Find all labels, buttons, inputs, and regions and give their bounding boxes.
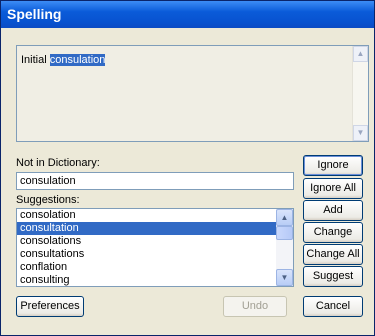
scroll-down-arrow-icon[interactable]: ▼	[276, 269, 293, 286]
suggestion-item-consulting[interactable]: consulting	[17, 274, 278, 286]
context-sentence: Initial consulation	[21, 54, 106, 66]
change-button[interactable]: Change	[303, 222, 363, 243]
context-scrollbar[interactable]: ▲ ▼	[352, 46, 368, 141]
spelling-dialog: Spelling Initial consulation ▲ ▼ Not in …	[0, 0, 375, 336]
add-button[interactable]: Add	[303, 200, 363, 221]
suggestion-item-consultation[interactable]: consultation	[17, 222, 278, 235]
context-text-area[interactable]: Initial consulation ▲ ▼	[16, 45, 369, 142]
suggestions-list[interactable]: consolation consultation consolations co…	[16, 208, 294, 287]
suggestion-item-consultations[interactable]: consultations	[17, 248, 278, 261]
context-text-before: Initial	[21, 54, 50, 66]
suggestion-item-conflation[interactable]: conflation	[17, 261, 278, 274]
scroll-up-arrow-icon[interactable]: ▲	[353, 46, 368, 62]
scroll-down-arrow-icon[interactable]: ▼	[353, 125, 368, 141]
undo-button[interactable]: Undo	[223, 296, 287, 317]
suggestion-item-consolations[interactable]: consolations	[17, 235, 278, 248]
ignore-button[interactable]: Ignore	[303, 155, 363, 176]
context-highlighted-word: consulation	[49, 54, 106, 66]
window-title: Spelling	[7, 6, 62, 22]
not-in-dictionary-label: Not in Dictionary:	[16, 157, 100, 169]
cancel-button[interactable]: Cancel	[303, 296, 363, 317]
scroll-thumb[interactable]	[276, 226, 293, 240]
suggestions-scrollbar[interactable]: ▲ ▼	[276, 209, 293, 286]
change-all-button[interactable]: Change All	[303, 244, 363, 265]
ignore-all-button[interactable]: Ignore All	[303, 178, 363, 199]
title-bar[interactable]: Spelling	[1, 1, 374, 28]
scroll-up-arrow-icon[interactable]: ▲	[276, 209, 293, 226]
suggestions-label: Suggestions:	[16, 194, 80, 206]
suggestion-item-consolation[interactable]: consolation	[17, 209, 278, 222]
suggest-button[interactable]: Suggest	[303, 266, 363, 287]
not-in-dictionary-field[interactable]: consulation	[16, 172, 294, 190]
preferences-button[interactable]: Preferences	[16, 296, 84, 317]
